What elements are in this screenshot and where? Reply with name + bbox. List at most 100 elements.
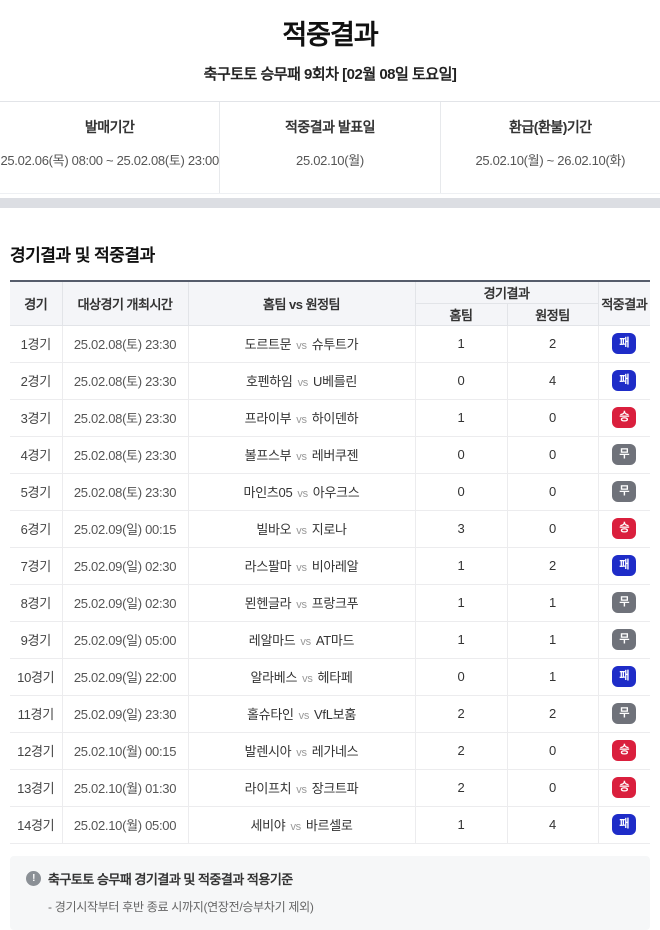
- table-row: 8경기 25.02.09(일) 02:30 묀헨글라 vs 프랑크푸 1 1 무: [10, 584, 650, 622]
- hit-result-cell: 패: [597, 547, 650, 585]
- away-team-name: 하이덴하: [311, 411, 359, 426]
- away-team-name: 프랑크푸: [311, 596, 359, 611]
- home-score: 1: [414, 621, 507, 659]
- home-score: 2: [414, 695, 507, 733]
- hit-result-badge: 승: [612, 518, 637, 539]
- home-score: 1: [414, 547, 507, 585]
- away-team-name: 슈투트가: [311, 337, 359, 352]
- away-score: 4: [506, 806, 598, 844]
- table-row: 11경기 25.02.09(일) 23:30 홀슈타인 vs VfL보훔 2 2 무: [10, 695, 650, 733]
- page-header: 적중결과 축구토토 승무패 9회차 [02월 08일 토요일]: [0, 0, 660, 84]
- match-datetime: 25.02.09(일) 05:00: [61, 621, 188, 659]
- home-team-name: 묀헨글라: [244, 596, 292, 611]
- game-number: 6경기: [10, 510, 62, 548]
- home-score: 3: [414, 510, 507, 548]
- hit-result-badge: 무: [612, 481, 637, 502]
- home-team-name: 볼프스부: [244, 448, 292, 463]
- home-score: 2: [414, 732, 507, 770]
- away-team-name: AT마드: [315, 633, 355, 648]
- match-datetime: 25.02.08(토) 23:30: [61, 399, 188, 437]
- summary-value: 25.02.06(목) 08:00 ~ 25.02.08(토) 23:00: [0, 153, 219, 168]
- vs-label: vs: [297, 377, 309, 389]
- hit-result-cell: 패: [597, 362, 650, 400]
- col-header-hit: 적중결과: [597, 281, 650, 326]
- game-number: 7경기: [10, 547, 62, 585]
- home-team-name: 마인츠05: [243, 485, 293, 500]
- vs-label: vs: [296, 562, 307, 574]
- away-team-name: 바르셀로: [305, 818, 353, 833]
- table-row: 10경기 25.02.09(일) 22:00 알라베스 vs 헤타페 0 1 패: [10, 658, 650, 696]
- game-number: 14경기: [10, 806, 62, 844]
- away-score: 0: [506, 769, 598, 807]
- vs-label: vs: [296, 451, 307, 463]
- match-datetime: 25.02.08(토) 23:30: [61, 362, 188, 400]
- hit-result-badge: 패: [612, 814, 637, 835]
- away-score: 0: [506, 436, 598, 474]
- home-team-name: 홀슈타인: [247, 707, 294, 722]
- summary-value: 25.02.10(월) ~ 26.02.10(화): [475, 153, 626, 168]
- away-score: 2: [506, 325, 598, 363]
- match-teams: 라이프치 vs 장크트파: [187, 769, 415, 807]
- away-team-name: VfL보훔: [314, 707, 356, 722]
- game-number: 8경기: [10, 584, 62, 622]
- hit-result-cell: 패: [597, 658, 650, 696]
- note-title-row: ! 축구토토 승무패 경기결과 및 적중결과 적용기준: [26, 869, 634, 888]
- hit-result-cell: 무: [597, 621, 650, 659]
- home-team-name: 알라베스: [250, 670, 298, 685]
- hit-result-cell: 무: [597, 584, 650, 622]
- match-datetime: 25.02.09(일) 23:30: [61, 695, 188, 733]
- match-teams: 세비야 vs 바르셀로: [187, 806, 415, 844]
- home-score: 0: [414, 436, 507, 474]
- hit-result-cell: 패: [597, 325, 650, 363]
- hit-result-badge: 패: [612, 666, 637, 687]
- hit-result-badge: 무: [612, 629, 637, 650]
- vs-label: vs: [296, 784, 307, 796]
- hit-result-cell: 무: [597, 436, 650, 474]
- results-section: 경기결과 및 적중결과 경기 대상경기 개최시간 홈팀 vs 원정팀 경기결과 …: [0, 241, 660, 844]
- match-datetime: 25.02.08(토) 23:30: [61, 325, 188, 363]
- table-row: 9경기 25.02.09(일) 05:00 레알마드 vs AT마드 1 1 무: [10, 621, 650, 659]
- vs-label: vs: [302, 673, 313, 685]
- away-team-name: 지로나: [311, 522, 347, 537]
- away-team-name: 아우크스: [312, 485, 360, 500]
- game-number: 5경기: [10, 473, 62, 511]
- match-datetime: 25.02.10(월) 05:00: [61, 806, 188, 844]
- match-teams: 마인츠05 vs 아우크스: [187, 473, 415, 511]
- vs-label: vs: [296, 747, 307, 759]
- section-divider: [0, 198, 660, 208]
- table-row: 1경기 25.02.08(토) 23:30 도르트문 vs 슈투트가 1 2 패: [10, 325, 650, 363]
- home-score: 0: [414, 362, 507, 400]
- away-team-name: 레버쿠젠: [311, 448, 359, 463]
- summary-refund-period: 환급(환불)기간 25.02.10(월) ~ 26.02.10(화): [439, 102, 660, 193]
- note-title-text: 축구토토 승무패 경기결과 및 적중결과 적용기준: [48, 871, 293, 887]
- away-score: 0: [506, 473, 598, 511]
- col-header-away: 원정팀: [506, 303, 598, 326]
- table-row: 14경기 25.02.10(월) 05:00 세비야 vs 바르셀로 1 4 패: [10, 806, 650, 844]
- game-number: 11경기: [10, 695, 62, 733]
- home-score: 1: [414, 399, 507, 437]
- col-header-teams: 홈팀 vs 원정팀: [187, 281, 415, 326]
- page-title: 적중결과: [282, 20, 378, 50]
- match-teams: 호펜하임 vs U베를린: [187, 362, 415, 400]
- match-datetime: 25.02.09(일) 00:15: [61, 510, 188, 548]
- hit-result-cell: 무: [597, 473, 650, 511]
- away-score: 0: [506, 399, 598, 437]
- table-row: 3경기 25.02.08(토) 23:30 프라이부 vs 하이덴하 1 0 승: [10, 399, 650, 437]
- hit-result-badge: 패: [612, 333, 637, 354]
- vs-label: vs: [300, 636, 311, 648]
- col-header-datetime: 대상경기 개최시간: [61, 281, 188, 326]
- game-number: 13경기: [10, 769, 62, 807]
- match-teams: 묀헨글라 vs 프랑크푸: [187, 584, 415, 622]
- home-score: 2: [414, 769, 507, 807]
- hit-result-badge: 승: [612, 407, 637, 428]
- table-header: 경기 대상경기 개최시간 홈팀 vs 원정팀 경기결과 적중결과 홈팀 원정팀: [10, 281, 650, 326]
- match-datetime: 25.02.09(일) 02:30: [61, 584, 188, 622]
- away-team-name: 비아레알: [311, 559, 359, 574]
- away-score: 0: [506, 510, 598, 548]
- match-teams: 알라베스 vs 헤타페: [187, 658, 415, 696]
- vs-label: vs: [298, 710, 310, 722]
- table-row: 13경기 25.02.10(월) 01:30 라이프치 vs 장크트파 2 0 승: [10, 769, 650, 807]
- game-number: 9경기: [10, 621, 62, 659]
- match-teams: 라스팔마 vs 비아레알: [187, 547, 415, 585]
- hit-result-cell: 승: [597, 732, 650, 770]
